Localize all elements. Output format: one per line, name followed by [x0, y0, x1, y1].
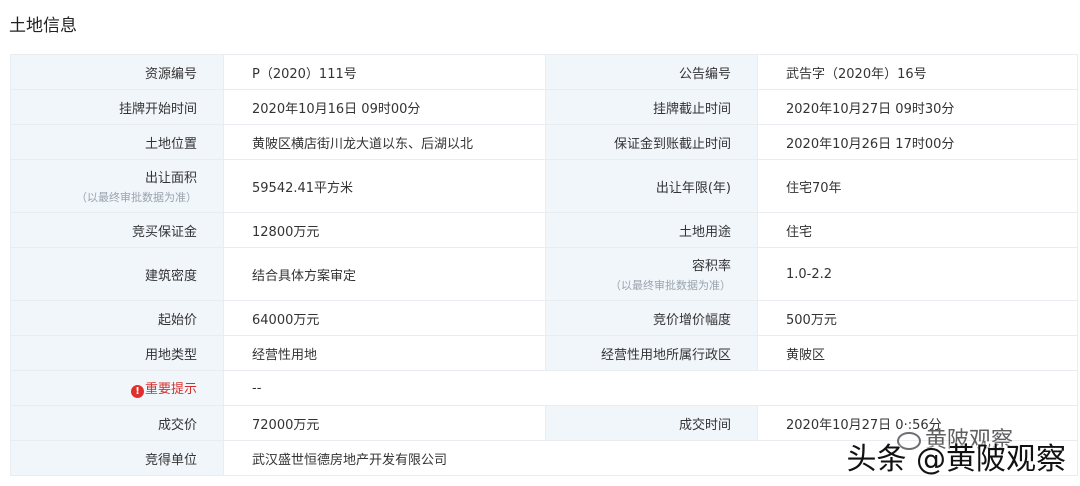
listing-start-value: 2020年10月16日 09时00分: [223, 89, 546, 125]
land-location-label: 土地位置: [10, 124, 224, 160]
notice-no-label: 公告编号: [545, 54, 758, 90]
start-price-value: 64000万元: [223, 300, 546, 336]
table-row: 起始价 64000万元 竞价增价幅度 500万元: [10, 300, 1078, 336]
building-density-value: 结合具体方案审定: [223, 247, 546, 301]
listing-end-value: 2020年10月27日 09时30分: [757, 89, 1078, 125]
listing-end-label: 挂牌截止时间: [545, 89, 758, 125]
table-row: 竞买保证金 12800万元 土地用途 住宅: [10, 212, 1078, 248]
deposit-deadline-value: 2020年10月26日 17时00分: [757, 124, 1078, 160]
table-row: 资源编号 P（2020）111号 公告编号 武告字（2020年）16号: [10, 54, 1078, 90]
notice-no-value: 武告字（2020年）16号: [757, 54, 1078, 90]
deal-price-label: 成交价: [10, 405, 224, 441]
land-use-value: 住宅: [757, 212, 1078, 248]
important-notice-label-cell: ! 重要提示: [10, 370, 224, 406]
watermark: 头条 @黄陂观察: [846, 442, 1066, 477]
table-row: 出让面积 （以最终审批数据为准） 59542.41平方米 出让年限(年) 住宅7…: [10, 159, 1078, 213]
deal-price-value: 72000万元: [223, 405, 546, 441]
plot-ratio-note: （以最终审批数据为准）: [610, 279, 731, 292]
plot-ratio-label: 容积率: [691, 259, 731, 274]
important-notice-label: 重要提示: [144, 382, 197, 397]
plot-ratio-label-cell: 容积率 （以最终审批数据为准）: [545, 247, 758, 301]
section-title: 土地信息: [9, 16, 77, 36]
bid-deposit-label: 竞买保证金: [10, 212, 224, 248]
land-type-label: 用地类型: [10, 335, 224, 371]
table-row: 挂牌开始时间 2020年10月16日 09时00分 挂牌截止时间 2020年10…: [10, 89, 1078, 125]
table-row: 土地位置 黄陂区横店街川龙大道以东、后湖以北 保证金到账截止时间 2020年10…: [10, 124, 1078, 160]
bid-increment-value: 500万元: [757, 300, 1078, 336]
area-label: 出让面积: [144, 171, 197, 186]
table-row: 用地类型 经营性用地 经营性用地所属行政区 黄陂区: [10, 335, 1078, 371]
bid-deposit-value: 12800万元: [223, 212, 546, 248]
area-label-cell: 出让面积 （以最终审批数据为准）: [10, 159, 224, 213]
listing-start-label: 挂牌开始时间: [10, 89, 224, 125]
start-price-label: 起始价: [10, 300, 224, 336]
deposit-deadline-label: 保证金到账截止时间: [545, 124, 758, 160]
building-density-label: 建筑密度: [10, 247, 224, 301]
district-value: 黄陂区: [757, 335, 1078, 371]
alert-icon: !: [130, 385, 144, 398]
term-label: 出让年限(年): [545, 159, 758, 213]
area-note: （以最终审批数据为准）: [76, 191, 197, 204]
land-use-label: 土地用途: [545, 212, 758, 248]
winner-label: 竞得单位: [10, 440, 224, 476]
table-row: ! 重要提示 --: [10, 370, 1078, 406]
term-value: 住宅70年: [757, 159, 1078, 213]
resource-no-label: 资源编号: [10, 54, 224, 90]
plot-ratio-value: 1.0-2.2: [757, 247, 1078, 301]
bid-increment-label: 竞价增价幅度: [545, 300, 758, 336]
area-value: 59542.41平方米: [223, 159, 546, 213]
land-type-value: 经营性用地: [223, 335, 546, 371]
land-location-value: 黄陂区横店街川龙大道以东、后湖以北: [223, 124, 546, 160]
land-info-table: 资源编号 P（2020）111号 公告编号 武告字（2020年）16号 挂牌开始…: [10, 54, 1078, 476]
important-notice-value: --: [223, 370, 1078, 406]
deal-time-label: 成交时间: [545, 405, 758, 441]
resource-no-value: P（2020）111号: [223, 54, 546, 90]
table-row: 建筑密度 结合具体方案审定 容积率 （以最终审批数据为准） 1.0-2.2: [10, 247, 1078, 301]
district-label: 经营性用地所属行政区: [545, 335, 758, 371]
